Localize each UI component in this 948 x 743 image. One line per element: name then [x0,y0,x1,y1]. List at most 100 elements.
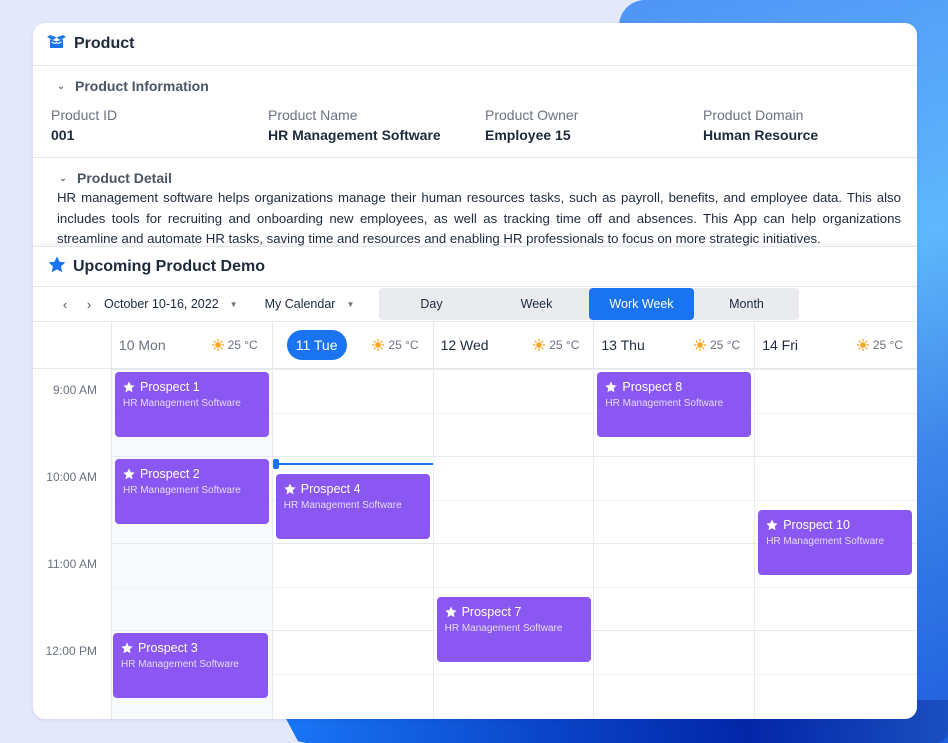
hour-line [272,543,433,544]
chevron-left-icon[interactable]: ‹ [53,297,77,312]
time-column: 9:00 AM 10:00 AM 11:00 AM 12:00 PM [33,369,112,719]
calendar-label: My Calendar [264,297,336,311]
day-column-mon[interactable]: Prospect 1 HR Management Software Prospect… [112,369,273,719]
sun-icon [211,339,224,351]
event-title: Prospect 10 [766,518,904,532]
half-hour-line [755,586,917,588]
field-label: Product ID [51,107,118,123]
calendar-event[interactable]: Prospect 3 HR Management Software [113,633,268,699]
day-header-wed[interactable]: 12 Wed 25 °C [434,322,595,368]
calendar-event[interactable]: Prospect 10 HR Management Software [758,509,913,575]
event-subtitle: HR Management Software [766,535,885,547]
hour-line [594,456,755,457]
temperature: 25 °C [710,338,741,352]
product-description: HR management software helps organizatio… [57,190,901,246]
time-label: 11:00 AM [47,557,97,571]
time-label: 9:00 AM [52,383,97,397]
sun-icon [694,339,707,351]
weather: 25 °C [533,338,579,352]
hour-line [594,543,755,544]
product-detail-heading: Product Detail [77,170,172,186]
hour-line [755,630,917,631]
half-hour-line [433,412,594,414]
day-column-fri[interactable]: Prospect 10 HR Management Software [755,369,917,719]
field-value: 001 [51,127,75,143]
event-subtitle: HR Management Software [283,499,402,511]
star-icon [123,381,135,393]
view-day-button[interactable]: Day [379,288,484,320]
product-detail-section: ⌄ Product Detail HR management software … [33,158,917,246]
date-range-label: October 10-16, 2022 [104,297,219,311]
hour-line [433,456,594,457]
product-title: Product [74,35,135,52]
half-hour-line [755,499,917,501]
event-title: Prospect 1 [123,380,261,394]
view-week-button[interactable]: Week [484,288,589,320]
day-column-wed[interactable]: Prospect 7 HR Management Software [433,369,595,719]
field-label: Product Domain [703,107,804,123]
hour-line [755,369,917,370]
day-label: 10 Mon [118,337,166,353]
weather: 25 °C [694,338,740,352]
weather: 25 °C [856,338,903,352]
hour-line [433,369,594,370]
event-title-text: Prospect 3 [138,641,198,655]
day-column-thu[interactable]: Prospect 8 HR Management Software [594,369,756,719]
calendar-event[interactable]: Prospect 8 HR Management Software [597,372,752,438]
event-title-text: Prospect 1 [140,380,200,394]
product-information-heading: Product Information [75,78,209,94]
event-title-text: Prospect 2 [140,467,200,481]
field-label: Product Owner [485,107,579,123]
view-work-week-button[interactable]: Work Week [589,288,694,320]
day-header-thu[interactable]: 13 Thu 25 °C [594,322,756,368]
weather: 25 °C [211,338,258,352]
temperature: 25 °C [549,338,580,352]
star-icon [123,468,135,480]
day-columns: Prospect 1 HR Management Software Prospect… [112,369,917,719]
temperature: 25 °C [388,338,419,352]
hour-line [112,456,272,457]
star-icon [444,606,457,617]
field-value: HR Management Software [268,127,441,143]
day-label-today: 11 Tue [286,330,347,360]
product-detail-toggle[interactable]: ⌄ Product Detail [53,170,901,186]
chevron-right-icon[interactable]: › [77,297,101,312]
calendar-dropdown[interactable]: My Calendar ▼ [265,297,355,311]
upcoming-demo-section: Upcoming Product Demo ‹ › October 10-16,… [33,246,917,719]
calendar-toolbar: ‹ › October 10-16, 2022 ▼ My Calendar ▼ … [33,287,917,322]
half-hour-line [755,673,917,675]
half-hour-line [433,499,594,501]
half-hour-line [433,586,594,588]
sun-icon [533,339,546,351]
day-header-mon[interactable]: 10 Mon 25 °C [112,322,273,368]
day-header-row: 10 Mon 25 °C 11 Tue 25 °C 12 Wed 25 °C 1… [33,322,917,369]
product-information-toggle[interactable]: ⌄ Product Information [51,78,901,94]
event-title: Prospect 3 [121,641,260,655]
upcoming-demo-title: Upcoming Product Demo [73,257,266,275]
calendar-event[interactable]: Prospect 1 HR Management Software [115,372,269,438]
star-icon [605,381,618,393]
event-title: Prospect 2 [123,467,261,481]
calendar-event[interactable]: Prospect 4 HR Management Software [275,473,430,539]
event-subtitle: HR Management Software [123,398,241,409]
view-month-button[interactable]: Month [694,288,799,320]
half-hour-line [594,499,755,501]
day-header-fri[interactable]: 14 Fri 25 °C [755,322,917,368]
hour-line [755,456,917,457]
event-subtitle: HR Management Software [121,659,239,670]
day-column-tue[interactable]: Prospect 4 HR Management Software [272,369,434,719]
product-information-fields: Product ID 001 Product Name HR Managemen… [51,107,901,143]
caret-down-icon: ▼ [229,299,238,309]
date-range-dropdown[interactable]: October 10-16, 2022 ▼ [104,297,238,311]
calendar-grid: 9:00 AM 10:00 AM 11:00 AM 12:00 PM Prosp… [33,369,917,719]
product-information-section: ⌄ Product Information Product ID 001 Pro… [33,66,917,158]
calendar-event[interactable]: Prospect 2 HR Management Software [115,459,269,525]
event-title-text: Prospect 10 [783,517,850,532]
star-icon [121,642,133,654]
hour-line [112,369,272,370]
day-header-tue[interactable]: 11 Tue 25 °C [273,322,434,368]
calendar-event[interactable]: Prospect 7 HR Management Software [436,596,591,662]
event-title-text: Prospect 4 [300,481,361,496]
hour-line [594,630,755,631]
time-label: 10:00 AM [46,470,97,484]
